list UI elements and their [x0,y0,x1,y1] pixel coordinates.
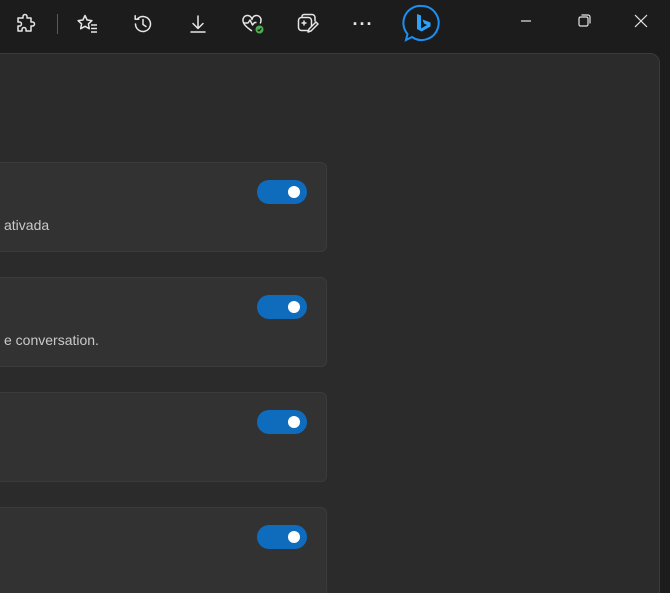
browser-window: ··· ativada e conversation. [0,0,670,593]
setting-description: e conversation. [4,332,99,348]
toggle-knob [288,531,300,543]
more-icon: ··· [352,13,374,34]
bing-copilot-button[interactable] [402,4,442,44]
restore-icon [577,14,591,32]
browser-toolbar: ··· [0,0,670,50]
settings-card: e conversation. [0,277,327,367]
setting-toggle[interactable] [257,525,307,549]
setting-description: ativada [4,217,50,233]
favorites-icon [76,13,100,35]
settings-card [0,392,327,482]
setting-toggle[interactable] [257,410,307,434]
toggle-knob [288,301,300,313]
toolbar-separator [57,14,58,34]
collections-icon [296,13,320,35]
toggle-knob [288,416,300,428]
minimize-icon [520,14,532,32]
more-button[interactable]: ··· [345,6,381,42]
close-button[interactable] [618,0,664,46]
downloads-button[interactable] [180,6,216,42]
close-icon [634,14,648,33]
extensions-button[interactable] [8,6,44,42]
bing-copilot-icon [402,4,442,44]
favorites-button[interactable] [70,6,106,42]
setting-toggle[interactable] [257,295,307,319]
history-icon [132,13,154,35]
downloads-icon [187,13,209,35]
restore-button[interactable] [561,0,607,46]
browser-essentials-button[interactable] [235,6,271,42]
history-button[interactable] [125,6,161,42]
browser-essentials-icon [241,13,265,35]
toggle-knob [288,186,300,198]
setting-toggle[interactable] [257,180,307,204]
settings-card [0,507,327,593]
collections-button[interactable] [290,6,326,42]
minimize-button[interactable] [503,0,549,46]
settings-card: ativada [0,162,327,252]
extensions-icon [15,13,37,35]
